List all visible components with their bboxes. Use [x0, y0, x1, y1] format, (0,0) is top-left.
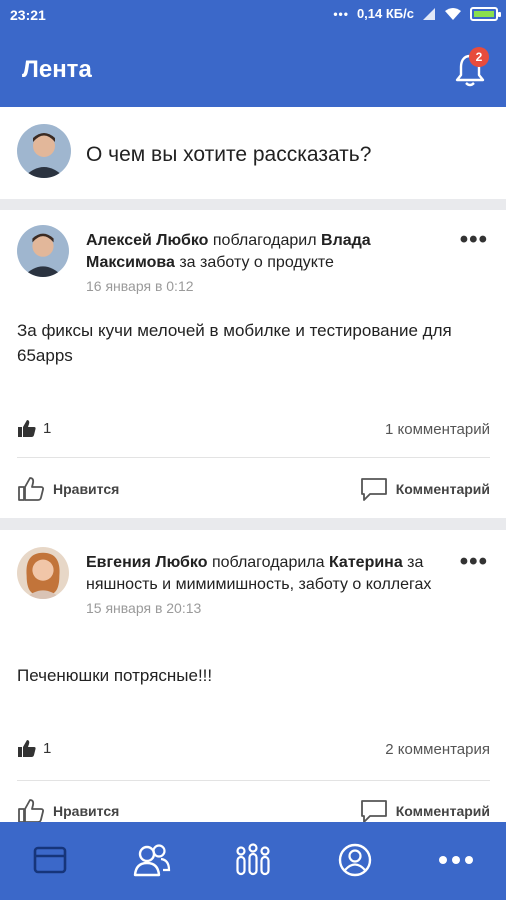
- signal-icon: [423, 7, 435, 20]
- post-date: 16 января в 0:12: [86, 278, 194, 294]
- comment-count[interactable]: 2 комментария: [385, 741, 490, 758]
- thumbs-up-icon: [18, 799, 44, 823]
- post-header: Евгения Любко поблагодарила Катерина за …: [86, 552, 456, 618]
- battery-icon: [470, 6, 501, 21]
- nav-people[interactable]: [132, 840, 172, 880]
- like-button-label: Нравится: [53, 803, 120, 819]
- post-date: 15 января в 20:13: [86, 600, 202, 616]
- notification-badge: 2: [469, 47, 489, 67]
- comment-count[interactable]: 1 комментарий: [385, 421, 490, 438]
- post-verb: поблагодарил: [212, 232, 317, 249]
- thumbs-up-filled-icon: [18, 740, 36, 757]
- like-button[interactable]: Нравится: [17, 798, 119, 824]
- comment-button-label: Комментарий: [395, 481, 490, 497]
- network-speed: 0,14 КБ/с: [356, 6, 414, 21]
- thumbs-up-icon: [18, 477, 44, 501]
- like-button-label: Нравится: [53, 481, 120, 497]
- divider: [17, 457, 490, 458]
- comment-button[interactable]: Комментарий: [360, 476, 490, 502]
- comment-button[interactable]: Комментарий: [360, 798, 490, 824]
- nav-teams[interactable]: [233, 840, 273, 880]
- compose-prompt[interactable]: О чем вы хотите рассказать?: [86, 143, 371, 167]
- like-count-value: 1: [43, 419, 52, 437]
- avatar: [17, 124, 71, 178]
- feed-icon: [33, 846, 67, 874]
- avatar[interactable]: [17, 547, 69, 599]
- post-card: Алексей Любко поблагодарил Влада Максимо…: [0, 210, 506, 518]
- thumbs-up-filled-icon: [18, 420, 36, 437]
- teams-icon: [236, 843, 270, 876]
- divider: [17, 780, 490, 781]
- post-text: Печенюшки потрясные!!!: [17, 666, 213, 685]
- avatar[interactable]: [17, 225, 69, 277]
- post-text: За фиксы кучи мелочей в мобилке и тестир…: [17, 321, 452, 365]
- like-count[interactable]: 1: [17, 418, 51, 438]
- post-author[interactable]: Евгения Любко: [86, 554, 207, 571]
- post-author[interactable]: Алексей Любко: [86, 232, 208, 249]
- status-dots: •••: [333, 6, 349, 21]
- post-recipient[interactable]: Катерина: [329, 554, 403, 571]
- compose-box[interactable]: О чем вы хотите рассказать?: [0, 107, 506, 199]
- page-title: Лента: [22, 56, 92, 83]
- nav-profile[interactable]: [335, 840, 375, 880]
- like-count[interactable]: 1: [17, 738, 51, 758]
- post-stats: 1 2 комментария: [17, 738, 490, 762]
- more-options-button[interactable]: •••: [460, 226, 488, 254]
- profile-icon: [338, 843, 372, 877]
- post-verb: поблагодарила: [211, 554, 325, 571]
- post-stats: 1 1 комментарий: [17, 418, 490, 442]
- comment-button-label: Комментарий: [395, 803, 490, 819]
- like-count-value: 1: [43, 739, 52, 757]
- comment-icon: [360, 800, 387, 823]
- post-reason: за заботу о продукте: [179, 254, 334, 271]
- more-icon: [439, 856, 473, 864]
- nav-more[interactable]: [436, 840, 476, 880]
- status-indicators: ••• 0,14 КБ/с: [333, 6, 501, 21]
- comment-icon: [360, 478, 387, 501]
- status-time: 23:21: [10, 7, 46, 23]
- bottom-nav: [0, 822, 506, 900]
- status-bar: 23:21 ••• 0,14 КБ/с: [0, 0, 506, 30]
- post-header: Алексей Любко поблагодарил Влада Максимо…: [86, 230, 456, 296]
- people-icon: [133, 844, 171, 877]
- more-options-button[interactable]: •••: [460, 548, 488, 576]
- app-bar: Лента: [0, 30, 506, 107]
- post-actions: Нравится Комментарий: [17, 476, 490, 506]
- wifi-icon: [445, 7, 461, 20]
- nav-feed[interactable]: [30, 840, 70, 880]
- like-button[interactable]: Нравится: [17, 476, 119, 502]
- post-card: Евгения Любко поблагодарила Катерина за …: [0, 530, 506, 824]
